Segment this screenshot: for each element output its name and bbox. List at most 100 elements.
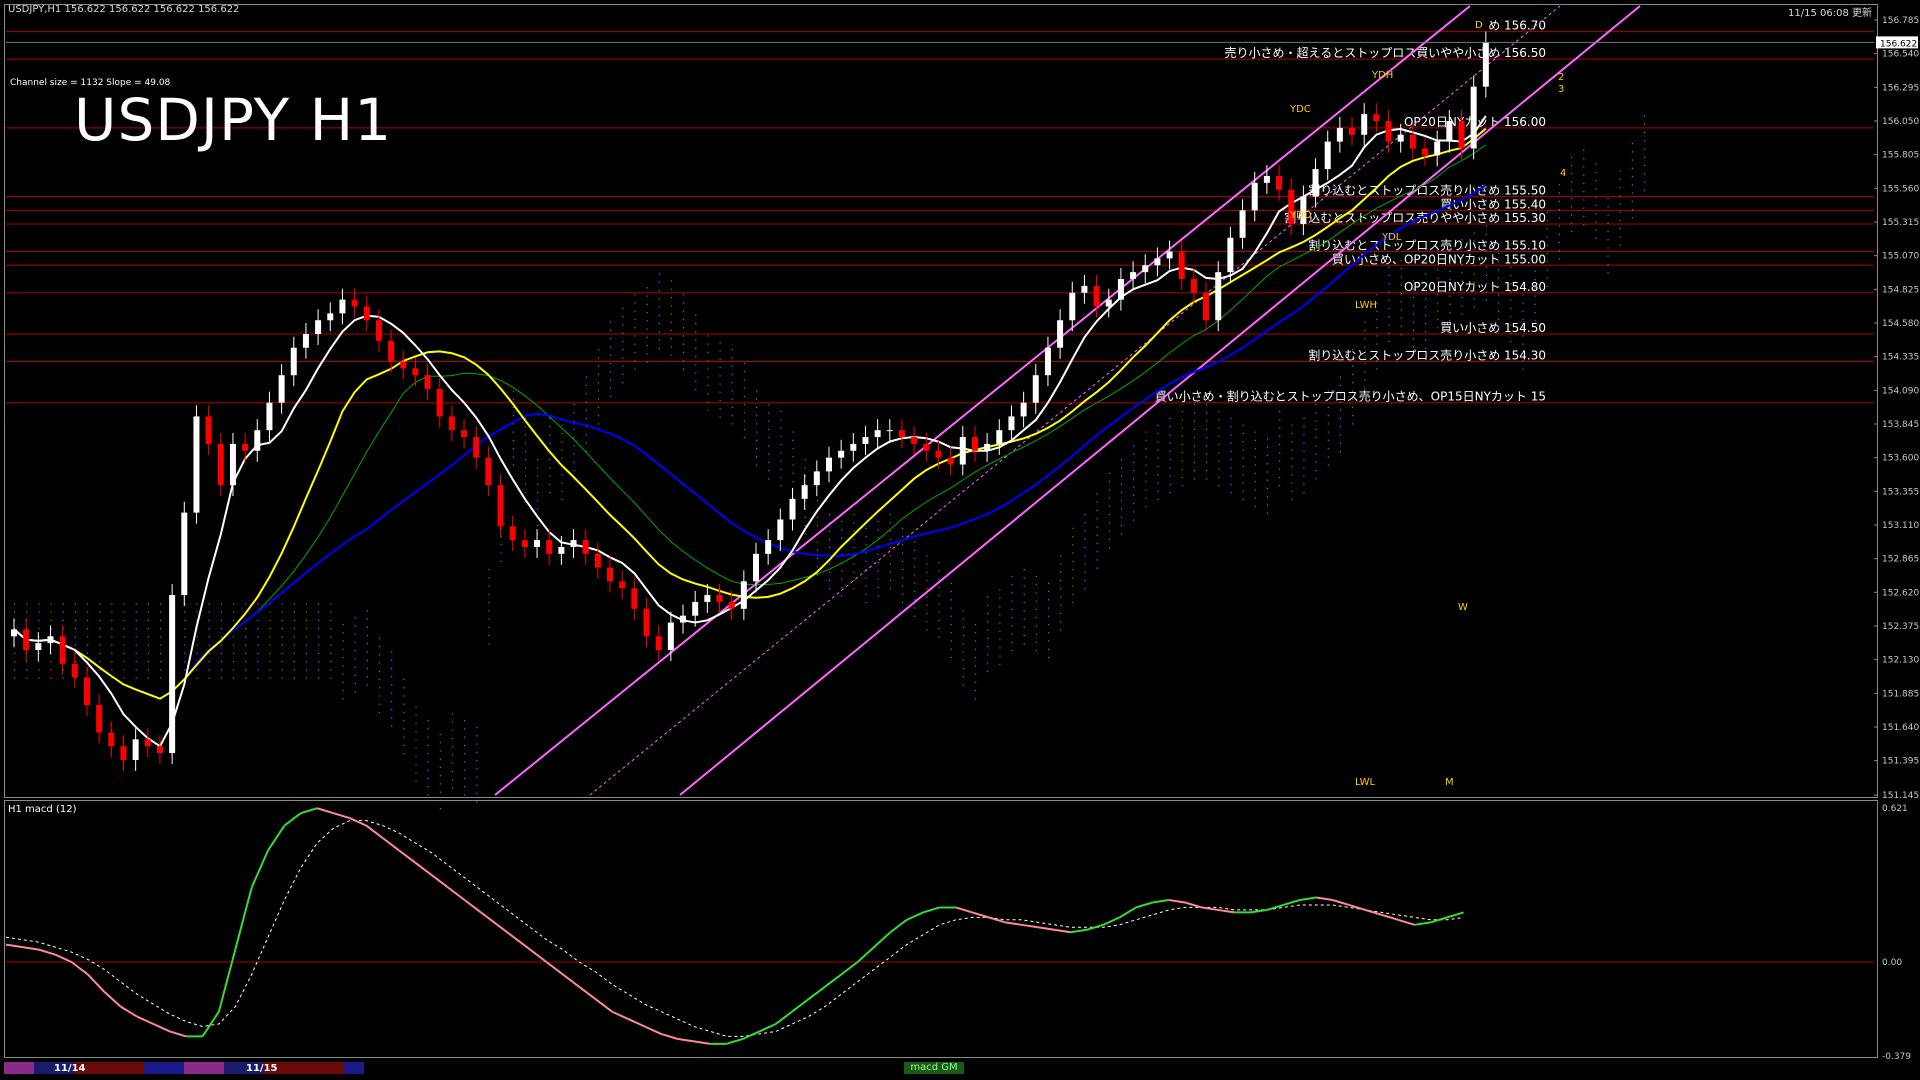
macd-line-segment xyxy=(1021,923,1038,929)
cloud-dot xyxy=(695,355,697,358)
cloud-dot xyxy=(768,461,770,463)
period-separator[interactable] xyxy=(144,1062,184,1074)
candle-body xyxy=(874,430,881,438)
cloud-dot xyxy=(1218,410,1220,413)
cloud-dot xyxy=(950,615,952,617)
cloud-dot xyxy=(1485,291,1488,293)
cloud-dot xyxy=(196,652,198,654)
candle-body xyxy=(1117,279,1124,300)
cloud-dot xyxy=(318,619,320,622)
cloud-dot xyxy=(1157,465,1159,468)
period-separator[interactable] xyxy=(4,1062,34,1074)
cloud-dot xyxy=(1364,371,1366,373)
cloud-dot xyxy=(1400,317,1402,319)
period-separator[interactable] xyxy=(184,1062,224,1074)
period-separator[interactable] xyxy=(344,1062,364,1074)
price-tick-label: 154.090 xyxy=(1882,386,1919,396)
cloud-dot xyxy=(1084,538,1086,540)
cloud-dot xyxy=(1643,140,1646,142)
cloud-dot xyxy=(1461,272,1463,274)
cloud-dot xyxy=(415,747,417,749)
cloud-dot xyxy=(281,652,283,654)
cloud-dot xyxy=(257,628,259,630)
cloud-dot xyxy=(123,669,125,671)
cloud-dot xyxy=(1619,186,1621,189)
cloud-dot xyxy=(1583,199,1585,201)
cloud-dot xyxy=(1425,322,1427,325)
cloud-dot xyxy=(597,373,600,376)
cloud-dot xyxy=(1364,379,1366,381)
cloud-dot xyxy=(354,650,356,652)
cloud-dot xyxy=(1546,261,1548,263)
cloud-dot xyxy=(512,390,514,392)
chart-canvas[interactable]: 156.785156.540156.295156.050155.805155.5… xyxy=(0,0,1920,1080)
cloud-dot xyxy=(1522,302,1524,304)
cloud-dot xyxy=(220,669,222,671)
candle-body xyxy=(1130,272,1137,280)
cloud-dot xyxy=(1193,412,1196,414)
cloud-dot xyxy=(670,346,673,348)
cloud-dot xyxy=(1254,497,1256,499)
cloud-dot xyxy=(768,470,770,472)
cloud-dot xyxy=(622,307,624,310)
cloud-dot xyxy=(1266,479,1269,481)
cloud-dot xyxy=(1230,426,1232,428)
cloud-dot xyxy=(330,619,332,622)
cloud-dot xyxy=(1388,340,1390,343)
cloud-dot xyxy=(62,677,64,679)
macd-window-tab[interactable]: macd GM xyxy=(904,1062,964,1074)
cloud-dot xyxy=(1619,170,1621,172)
cloud-dot xyxy=(658,290,660,292)
cloud-dot xyxy=(330,603,332,605)
cloud-dot xyxy=(1437,294,1439,296)
cloud-dot xyxy=(1072,527,1074,529)
candle-body xyxy=(692,601,699,616)
cloud-dot xyxy=(792,456,794,458)
cloud-dot xyxy=(597,390,600,392)
cloud-dot xyxy=(1327,423,1329,425)
cloud-dot xyxy=(1534,270,1536,272)
cloud-dot xyxy=(731,373,733,376)
cloud-dot xyxy=(1206,420,1208,422)
cloud-dot xyxy=(1145,489,1147,491)
trading-terminal: 156.785 156.540 156.295 156.050 155.805 155.5… xyxy=(0,0,1920,1080)
cloud-dot xyxy=(257,669,259,671)
cloud-dot xyxy=(378,637,381,639)
cloud-dot xyxy=(1522,327,1524,329)
cloud-dot xyxy=(1570,181,1573,183)
cloud-dot xyxy=(877,595,879,597)
cloud-dot xyxy=(220,628,222,630)
cloud-dot xyxy=(695,322,697,325)
cloud-dot xyxy=(305,611,308,613)
cloud-dot xyxy=(537,524,539,527)
cloud-dot xyxy=(269,661,271,663)
cloud-dot xyxy=(695,372,697,374)
candle-body xyxy=(242,443,249,451)
cloud-dot xyxy=(1242,441,1244,443)
cloud-dot xyxy=(938,636,940,638)
cloud-dot xyxy=(1035,600,1037,602)
macd-line-segment xyxy=(136,1015,154,1025)
price-tick-label: 156.295 xyxy=(1882,83,1919,93)
cloud-dot xyxy=(828,571,831,573)
cloud-dot xyxy=(464,728,466,730)
cloud-dot xyxy=(111,603,113,605)
candle-body xyxy=(1312,169,1319,197)
candle-body xyxy=(461,430,468,438)
cloud-dot xyxy=(999,647,1001,649)
cloud-dot xyxy=(731,365,733,367)
macd-line-segment xyxy=(447,886,466,901)
macd-line-segment xyxy=(1299,896,1317,901)
cloud-dot xyxy=(1595,213,1597,215)
candle-body xyxy=(655,636,662,651)
cloud-dot xyxy=(756,431,758,433)
cloud-dot xyxy=(1096,567,1098,569)
cloud-dot xyxy=(208,628,210,630)
cloud-dot xyxy=(1400,333,1402,336)
cloud-dot xyxy=(743,404,746,406)
candle-body xyxy=(1032,375,1039,403)
cloud-dot xyxy=(1169,467,1171,469)
cloud-dot xyxy=(512,431,514,433)
cloud-dot xyxy=(500,544,502,546)
candle-body xyxy=(485,457,492,486)
